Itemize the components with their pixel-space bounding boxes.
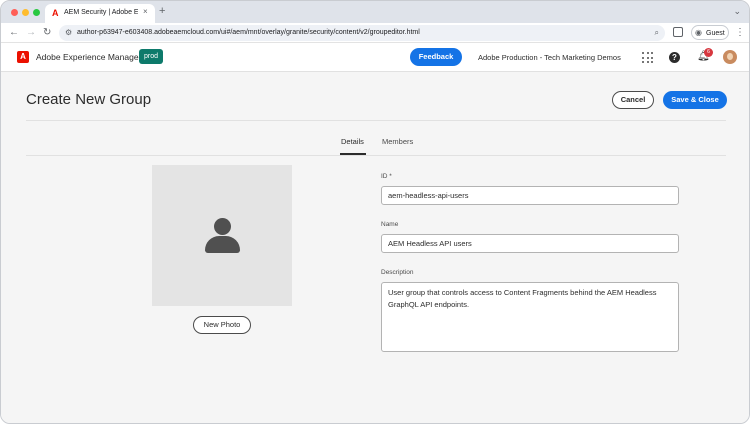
profile-label: Guest	[706, 30, 725, 37]
back-icon[interactable]: ←	[9, 26, 19, 39]
forward-icon[interactable]: →	[26, 26, 36, 39]
tab-details[interactable]: Details	[341, 137, 364, 147]
save-and-close-button[interactable]: Save & Close	[663, 91, 727, 109]
tabs-divider	[26, 155, 726, 156]
browser-tab[interactable]: A AEM Security | Adobe Experie ×	[45, 4, 155, 23]
reload-icon[interactable]: ↻	[43, 26, 51, 39]
notification-count-badge: 6	[704, 48, 713, 57]
cancel-button[interactable]: Cancel	[612, 91, 654, 109]
name-field[interactable]	[381, 234, 679, 253]
new-photo-button[interactable]: New Photo	[193, 316, 251, 334]
aem-shell-header: A Adobe Experience Manager prod Feedback…	[1, 43, 749, 72]
profile-button[interactable]: ◉ Guest	[691, 25, 729, 40]
browser-toolbar: ← → ↻ ⚙ author-p63947-e603408.adobeaemcl…	[1, 23, 749, 43]
tab-title: AEM Security | Adobe Experie	[64, 9, 138, 16]
user-avatar[interactable]	[723, 50, 737, 64]
user-placeholder-icon	[214, 218, 231, 235]
zoom-icon[interactable]: ⌕	[655, 27, 659, 38]
user-placeholder-body	[205, 236, 240, 253]
maximize-window-icon[interactable]	[33, 9, 40, 16]
help-icon[interactable]: ?	[669, 52, 680, 63]
org-switcher[interactable]: Adobe Production - Tech Marketing Demos	[478, 52, 621, 63]
id-field[interactable]	[381, 186, 679, 205]
product-name[interactable]: Adobe Experience Manager	[36, 52, 141, 63]
site-info-icon[interactable]: ⚙	[65, 27, 72, 38]
adobe-favicon-icon: A	[52, 8, 59, 18]
tab-search-icon[interactable]: ⌄	[733, 5, 741, 17]
profile-icon: ◉	[695, 28, 702, 37]
description-label: Description	[381, 269, 414, 276]
adobe-logo-icon[interactable]: A	[17, 51, 29, 63]
header-divider	[26, 120, 726, 121]
new-tab-button[interactable]: +	[159, 5, 165, 17]
group-photo-placeholder	[152, 165, 292, 306]
environment-badge: prod	[139, 49, 164, 64]
id-label: ID *	[381, 173, 392, 180]
close-window-icon[interactable]	[11, 9, 18, 16]
name-label: Name	[381, 221, 399, 228]
minimize-window-icon[interactable]	[22, 9, 29, 16]
page-title: Create New Group	[26, 91, 152, 108]
close-tab-icon[interactable]: ×	[143, 7, 148, 17]
group-editor-page: Create New Group Cancel Save & Close Det…	[1, 73, 749, 423]
browser-window: A AEM Security | Adobe Experie × + ⌄ ← →…	[0, 0, 750, 424]
apps-grid-icon[interactable]	[642, 52, 653, 63]
avatar-face	[727, 53, 733, 60]
browser-menu-icon[interactable]: ⋮	[735, 26, 745, 39]
address-bar[interactable]: ⚙ author-p63947-e603408.adobeaemcloud.co…	[59, 25, 665, 41]
description-field[interactable]: User group that controls access to Conte…	[381, 282, 679, 352]
tab-members[interactable]: Members	[382, 137, 413, 147]
tab-strip: A AEM Security | Adobe Experie × + ⌄	[1, 1, 749, 23]
url-text[interactable]: author-p63947-e603408.adobeaemcloud.com/…	[77, 28, 420, 38]
side-panel-icon[interactable]	[673, 27, 683, 37]
feedback-button[interactable]: Feedback	[410, 48, 462, 66]
